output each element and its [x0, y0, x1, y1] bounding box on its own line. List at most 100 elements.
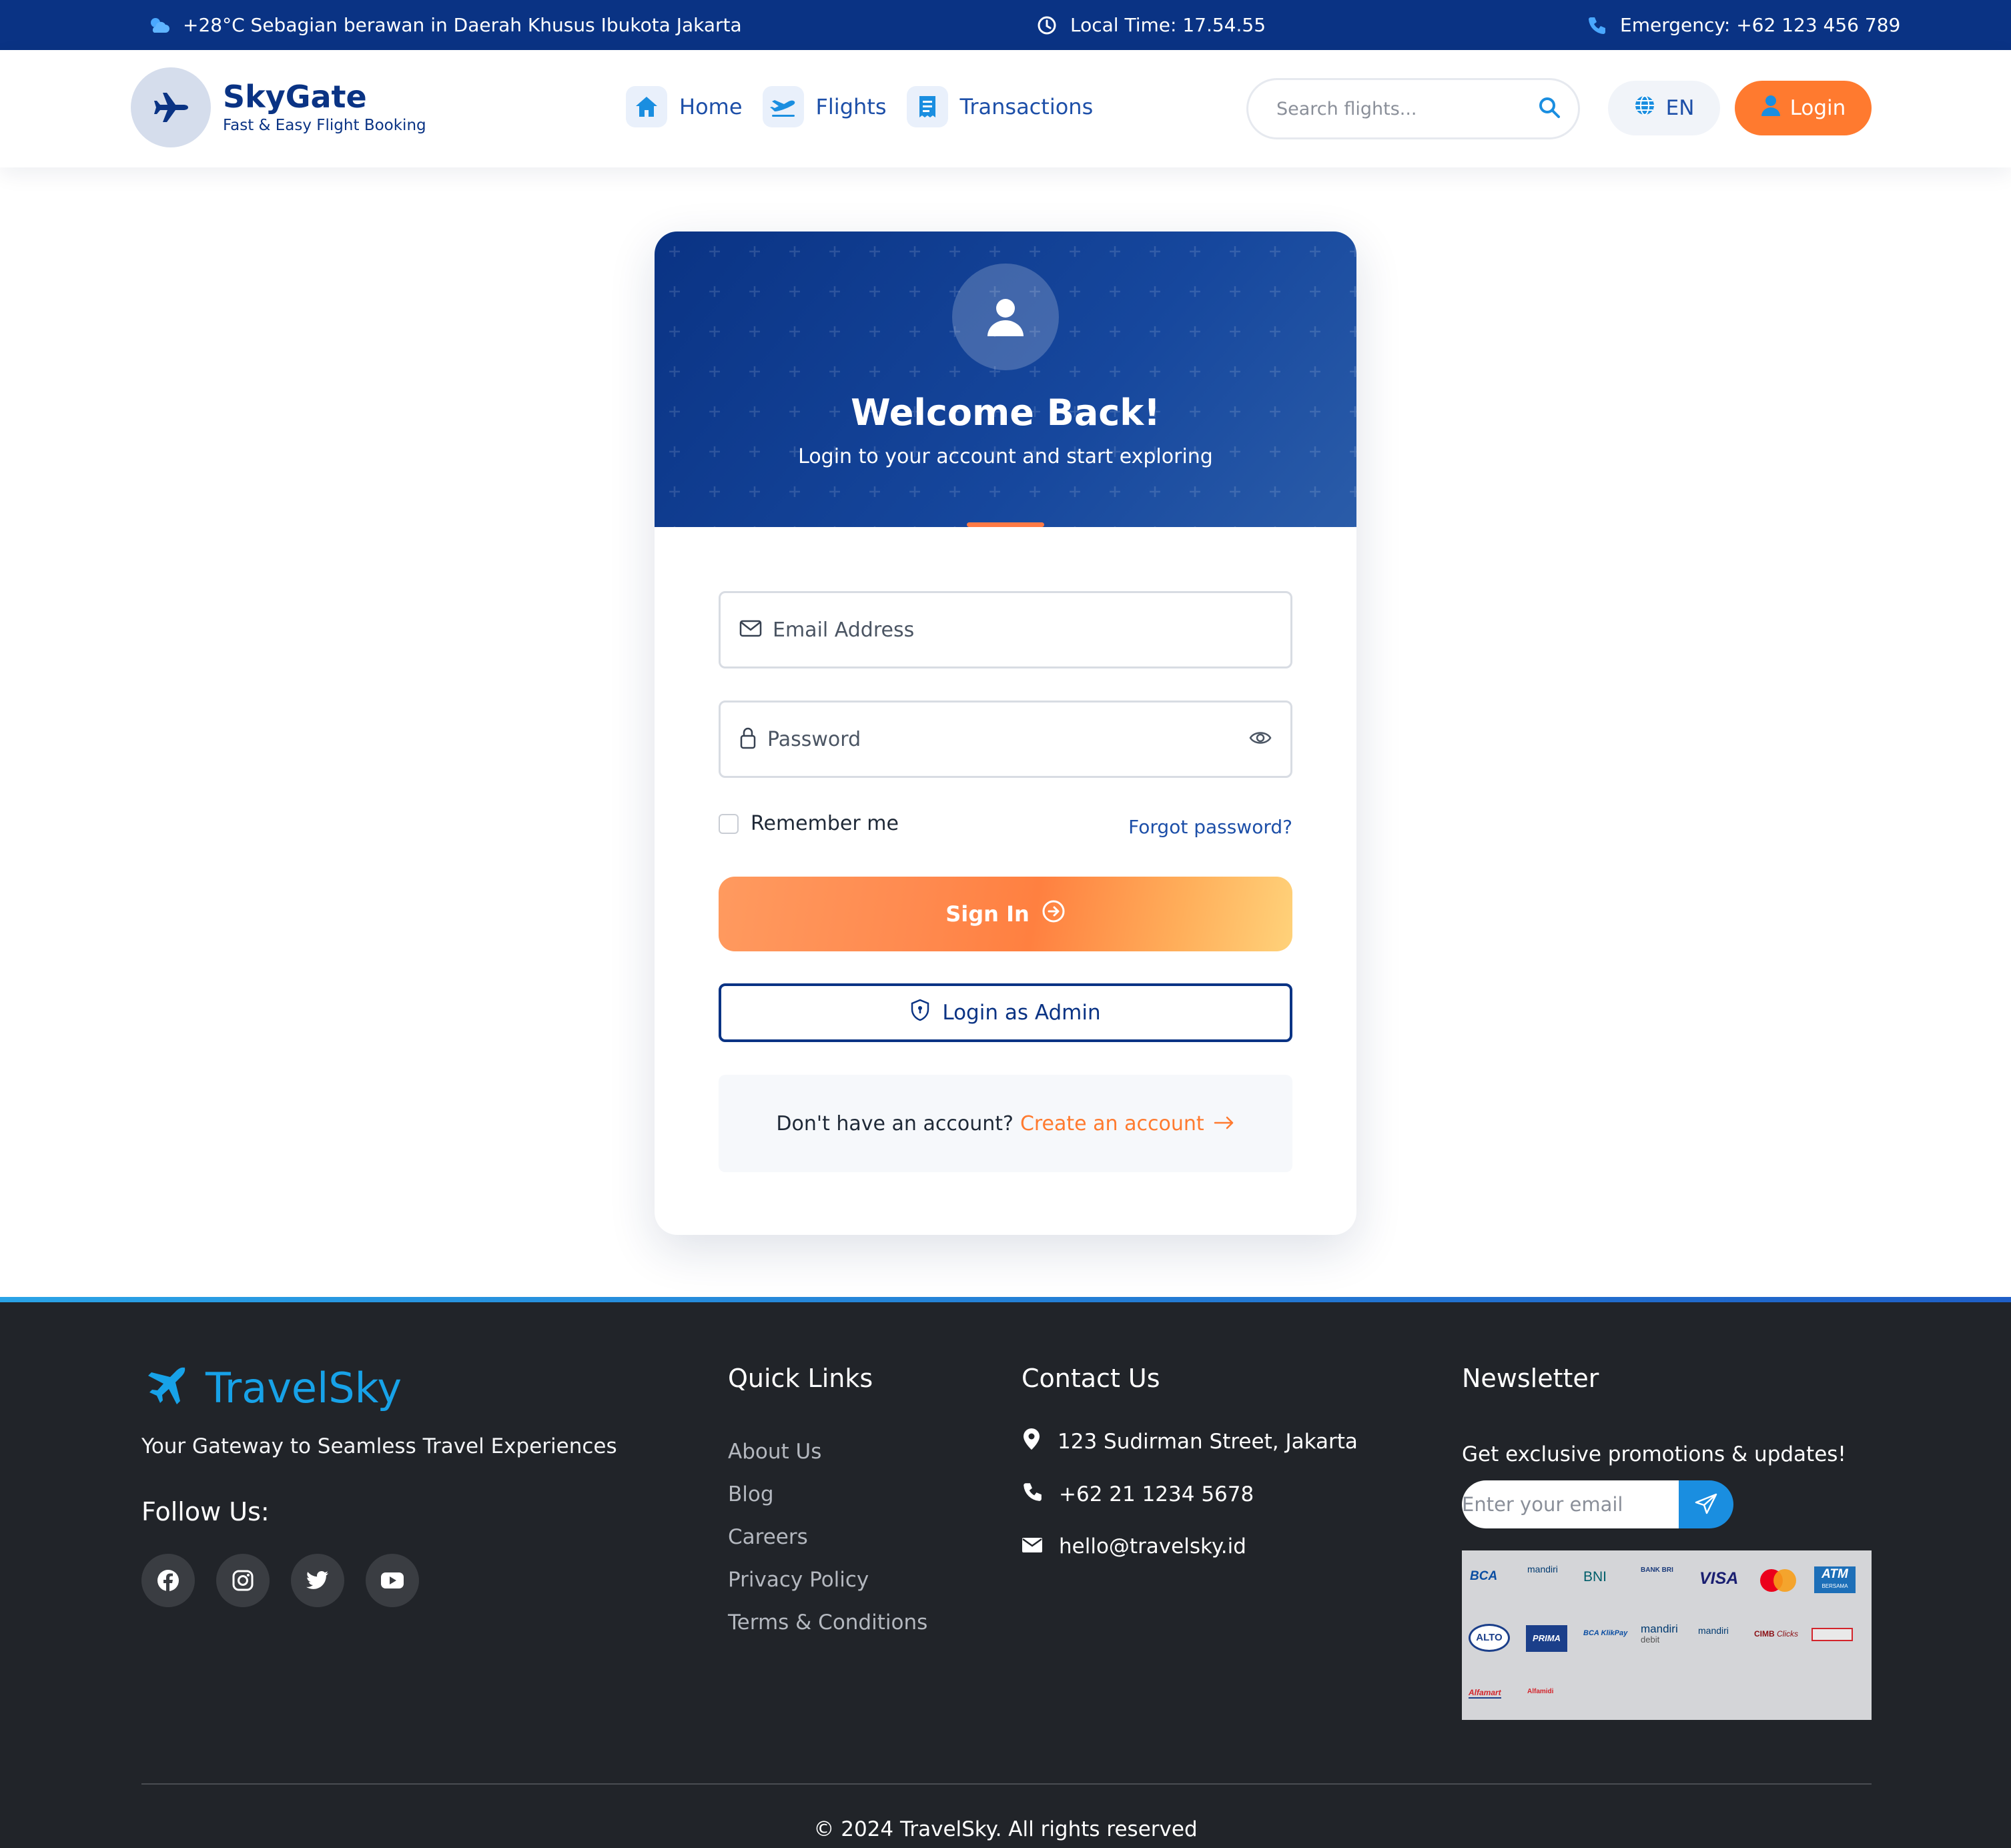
emergency-info: Emergency: +62 123 456 789 — [1585, 0, 1900, 50]
login-title: Welcome Back! — [851, 392, 1160, 434]
link-blog[interactable]: Blog — [728, 1473, 927, 1516]
remember-checkbox[interactable] — [719, 813, 739, 834]
phone-icon — [1585, 14, 1608, 37]
language-switcher[interactable]: EN — [1608, 81, 1720, 135]
envelope-icon — [739, 620, 762, 640]
newsletter-form — [1462, 1480, 1733, 1528]
email-input[interactable] — [773, 618, 1272, 642]
newsletter-description: Get exclusive promotions & updates! — [1462, 1442, 1846, 1466]
language-label: EN — [1665, 96, 1695, 120]
login-label: Login — [1789, 96, 1846, 120]
youtube-icon[interactable] — [366, 1554, 419, 1607]
send-button[interactable] — [1679, 1480, 1733, 1528]
create-account-link[interactable]: Create an account — [1020, 1112, 1235, 1135]
clock-icon — [1036, 14, 1058, 37]
nav-item-flights[interactable]: Flights — [762, 86, 887, 127]
phone-icon — [1022, 1481, 1043, 1508]
alfamidi-logo: Alfamidi — [1527, 1688, 1554, 1695]
forgot-password-link[interactable]: Forgot password? — [1128, 816, 1292, 838]
login-card-header: Welcome Back! Login to your account and … — [655, 232, 1356, 527]
atm-label: ATM — [1822, 1567, 1848, 1581]
follow-us-heading: Follow Us: — [141, 1497, 270, 1526]
register-prompt: Don't have an account? Create an account — [719, 1075, 1292, 1172]
payment-methods: BCA mandiri BNI BANK BRI VISA ATM BERSAM… — [1462, 1550, 1872, 1720]
contact-address: 123 Sudirman Street, Jakarta — [1022, 1428, 1358, 1456]
no-account-text: Don't have an account? — [776, 1111, 1014, 1135]
login-card: Welcome Back! Login to your account and … — [655, 232, 1356, 1235]
sign-in-button[interactable]: Sign In — [719, 877, 1292, 951]
instagram-icon[interactable] — [216, 1554, 270, 1607]
main-navbar: SkyGate Fast & Easy Flight Booking Home … — [0, 50, 2011, 167]
bni-logo: BNI — [1583, 1569, 1607, 1584]
login-button[interactable]: Login — [1735, 81, 1872, 135]
quick-links-heading: Quick Links — [728, 1364, 873, 1393]
weather-info: +28°C Sebagian berawan in Daerah Khusus … — [148, 0, 742, 50]
atm-bersama-logo: ATM BERSAMA — [1814, 1566, 1856, 1593]
admin-label: Login as Admin — [942, 1001, 1101, 1025]
footer-brand[interactable]: TravelSky — [145, 1364, 402, 1412]
weather-text: +28°C Sebagian berawan in Daerah Khusus … — [183, 14, 742, 36]
atm-sub-label: BERSAMA — [1822, 1583, 1848, 1589]
footer-tagline: Your Gateway to Seamless Travel Experien… — [141, 1434, 617, 1458]
sign-in-label: Sign In — [945, 901, 1030, 927]
emergency-text: Emergency: +62 123 456 789 — [1620, 14, 1901, 36]
link-careers[interactable]: Careers — [728, 1516, 927, 1558]
brand-tagline: Fast & Easy Flight Booking — [223, 117, 426, 135]
newsletter-email-input[interactable] — [1462, 1480, 1679, 1528]
mandiri-logo: mandiri — [1527, 1564, 1558, 1574]
facebook-icon[interactable] — [141, 1554, 195, 1607]
plane-departure-icon — [762, 86, 804, 127]
shield-icon — [910, 999, 930, 1027]
email-text: hello@travelsky.id — [1059, 1534, 1246, 1558]
nav-menu: Home Flights Transactions — [626, 86, 1093, 127]
newsletter-heading: Newsletter — [1462, 1364, 1599, 1393]
clicks-label: Clicks — [1777, 1629, 1799, 1639]
contact-email: hello@travelsky.id — [1022, 1534, 1246, 1558]
nav-label-home: Home — [679, 94, 743, 119]
alto-logo: ALTO — [1469, 1624, 1510, 1652]
nav-label-flights: Flights — [815, 94, 887, 119]
map-pin-icon — [1022, 1428, 1042, 1456]
footer-brand-name: TravelSky — [206, 1364, 402, 1412]
link-terms[interactable]: Terms & Conditions — [728, 1601, 927, 1644]
address-text: 123 Sudirman Street, Jakarta — [1058, 1430, 1358, 1454]
mastercard-logo — [1757, 1568, 1799, 1596]
paper-plane-icon — [1695, 1493, 1717, 1514]
nav-item-home[interactable]: Home — [626, 86, 743, 127]
footer-divider — [141, 1783, 1872, 1785]
header-accent-bar — [967, 522, 1044, 527]
nav-label-transactions: Transactions — [959, 94, 1094, 119]
search-icon[interactable] — [1538, 96, 1561, 121]
link-about-us[interactable]: About Us — [728, 1430, 927, 1473]
bca-logo: BCA — [1470, 1569, 1498, 1583]
prima-logo: PRIMA — [1526, 1625, 1567, 1652]
bri-logo: BANK BRI — [1641, 1566, 1673, 1574]
cimb-clicks-logo: CIMB Clicks — [1754, 1629, 1798, 1639]
cimb-label: CIMB — [1754, 1629, 1775, 1639]
brand-logo[interactable]: SkyGate Fast & Easy Flight Booking — [131, 67, 426, 147]
link-privacy-policy[interactable]: Privacy Policy — [728, 1558, 927, 1601]
search-input[interactable] — [1276, 98, 1538, 119]
local-time-text: Local Time: 17.54.55 — [1070, 14, 1266, 36]
twitter-icon[interactable] — [291, 1554, 344, 1607]
email-field — [719, 591, 1292, 668]
contact-phone: +62 21 1234 5678 — [1022, 1481, 1254, 1508]
create-account-label: Create an account — [1020, 1111, 1204, 1135]
debit-label: debit — [1641, 1635, 1660, 1645]
arrow-circle-right-icon — [1042, 899, 1066, 929]
top-info-bar: +28°C Sebagian berawan in Daerah Khusus … — [0, 0, 2011, 50]
alfamart-logo: Alfamart — [1469, 1688, 1501, 1699]
social-links — [141, 1554, 419, 1607]
remember-label: Remember me — [751, 812, 899, 835]
plane-icon — [145, 1364, 191, 1412]
login-as-admin-button[interactable]: Login as Admin — [719, 983, 1292, 1042]
eye-icon[interactable] — [1249, 730, 1272, 749]
search-box — [1246, 78, 1580, 139]
mandiri-debit-label: mandiri — [1641, 1623, 1678, 1635]
password-field — [719, 701, 1292, 778]
password-input[interactable] — [767, 727, 1238, 751]
weather-icon — [148, 14, 171, 37]
home-icon — [626, 86, 667, 127]
envelope-icon — [1022, 1534, 1043, 1558]
nav-item-transactions[interactable]: Transactions — [906, 86, 1094, 127]
